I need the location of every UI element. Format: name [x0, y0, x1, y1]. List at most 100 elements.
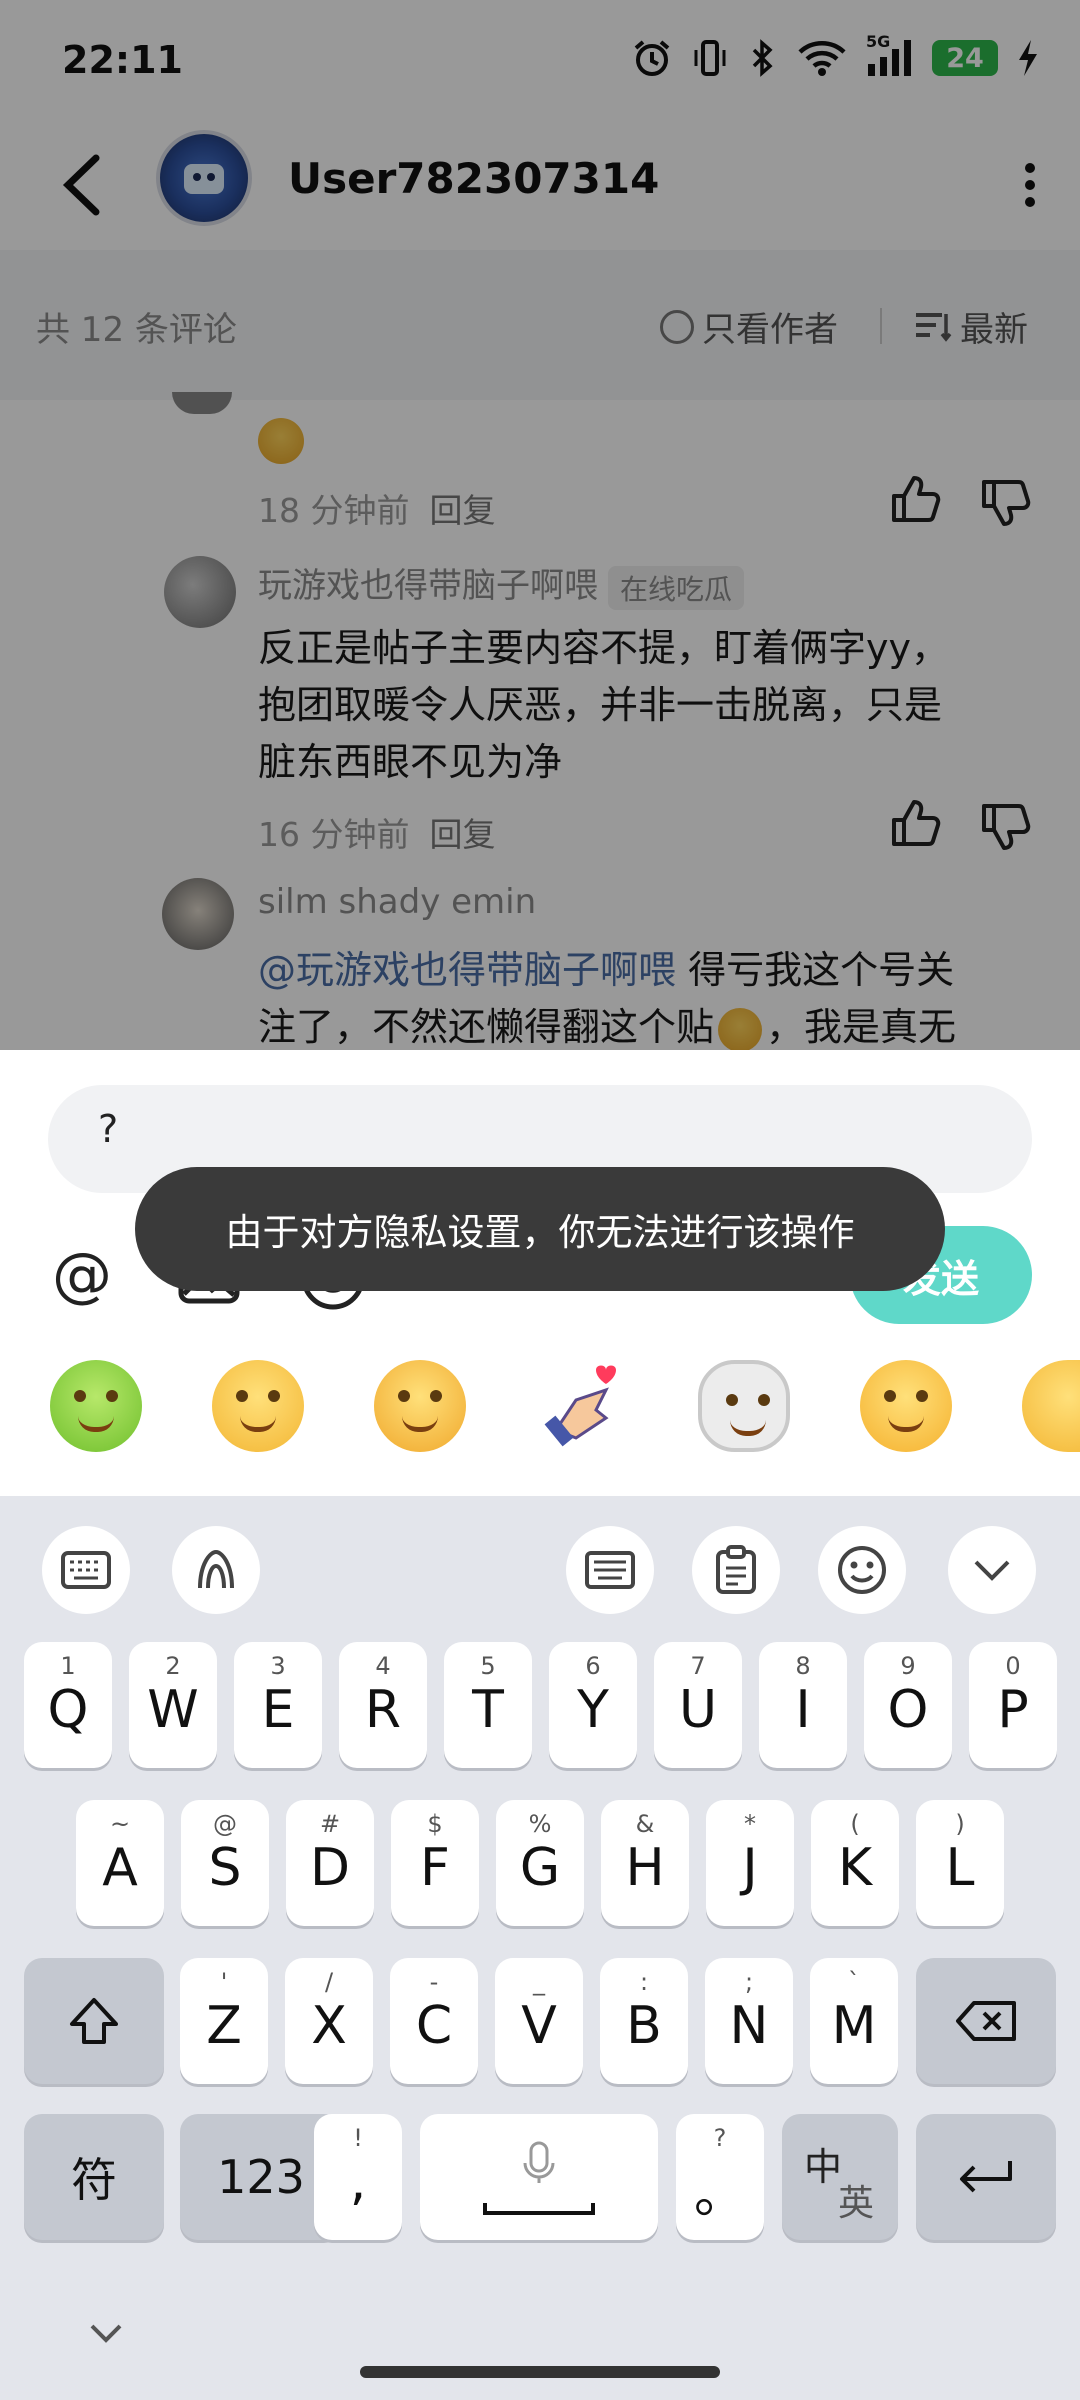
- key-label: D: [309, 1838, 351, 1898]
- key-label: R: [364, 1680, 402, 1740]
- key-label: I: [795, 1680, 811, 1740]
- key-hint: @: [213, 1810, 237, 1838]
- key-label: V: [521, 1996, 557, 2056]
- smirk-face-icon[interactable]: [212, 1360, 304, 1452]
- key-label: E: [261, 1680, 295, 1740]
- symbols-key[interactable]: 符: [24, 2114, 164, 2240]
- dim-overlay[interactable]: [0, 0, 1080, 1050]
- finger-heart-icon[interactable]: [536, 1360, 628, 1452]
- period-key[interactable]: ?。: [676, 2114, 764, 2240]
- backspace-key[interactable]: [916, 1958, 1056, 2084]
- key-hint: ~: [109, 1810, 131, 1838]
- key-hint: ': [220, 1968, 228, 1996]
- key-label: M: [831, 1996, 877, 2056]
- key-label: L: [945, 1838, 975, 1898]
- key-hint: $: [427, 1810, 443, 1838]
- key-hint: 8: [795, 1652, 811, 1680]
- key-label: N: [729, 1996, 769, 2056]
- key-hint: 1: [60, 1652, 76, 1680]
- home-indicator[interactable]: [360, 2366, 720, 2378]
- key-label: Q: [47, 1680, 89, 1740]
- key-q[interactable]: 1Q: [24, 1642, 112, 1768]
- key-z[interactable]: ' Z: [180, 1958, 268, 2084]
- key-b[interactable]: :B: [600, 1958, 688, 2084]
- key-f[interactable]: $ F: [391, 1800, 479, 1926]
- key-a[interactable]: ~ A: [76, 1800, 164, 1926]
- mention-button[interactable]: @: [52, 1240, 112, 1310]
- key-label: W: [147, 1680, 199, 1740]
- key-hint: #: [319, 1810, 341, 1838]
- key-label: U: [678, 1680, 718, 1740]
- privacy-toast: 由于对方隐私设置，你无法进行该操作: [135, 1167, 945, 1291]
- enter-key[interactable]: [916, 2114, 1056, 2240]
- key-label: G: [519, 1838, 561, 1898]
- key-d[interactable]: # D: [286, 1800, 374, 1926]
- smiley-icon[interactable]: [818, 1526, 906, 1614]
- key-g[interactable]: % G: [496, 1800, 584, 1926]
- key-hint: :: [639, 1968, 649, 1996]
- key-hint: 0: [1005, 1652, 1021, 1680]
- key-hint: 3: [270, 1652, 286, 1680]
- key-e[interactable]: 3E: [234, 1642, 322, 1768]
- key-hint: -: [429, 1968, 439, 1996]
- wink-face-icon[interactable]: [1022, 1360, 1080, 1452]
- key-label: Y: [577, 1680, 609, 1740]
- key-hint: (: [850, 1810, 860, 1838]
- key-label: J: [742, 1838, 758, 1898]
- space-key[interactable]: [420, 2114, 658, 2240]
- comma-key[interactable]: !,: [314, 2114, 402, 2240]
- key-label: K: [837, 1838, 873, 1898]
- language-switch-key[interactable]: 中 英: [782, 2114, 898, 2240]
- key-hint: 2: [165, 1652, 181, 1680]
- key-label: H: [625, 1838, 665, 1898]
- key-u[interactable]: 7U: [654, 1642, 742, 1768]
- handwriting-icon[interactable]: [172, 1526, 260, 1614]
- key-hint: 6: [585, 1652, 601, 1680]
- cat-face-icon[interactable]: [698, 1360, 790, 1452]
- watermelon-face-icon[interactable]: [374, 1360, 466, 1452]
- collapse-keyboard-chevron-icon[interactable]: [948, 1526, 1036, 1614]
- key-hint: 5: [480, 1652, 496, 1680]
- key-x[interactable]: / X: [285, 1958, 373, 2084]
- key-w[interactable]: 2W: [129, 1642, 217, 1768]
- key-s[interactable]: @ S: [181, 1800, 269, 1926]
- key-v[interactable]: _ V: [495, 1958, 583, 2084]
- key-n[interactable]: ; N: [705, 1958, 793, 2084]
- comment-page: 22:11 5G 24 User782307314 共 12 条评论 只看作者: [0, 0, 1080, 1050]
- key-label: P: [997, 1680, 1029, 1740]
- key-h[interactable]: & H: [601, 1800, 689, 1926]
- key-c[interactable]: -C: [390, 1958, 478, 2084]
- key-r[interactable]: 4R: [339, 1642, 427, 1768]
- key-label: S: [208, 1838, 242, 1898]
- key-i[interactable]: 8I: [759, 1642, 847, 1768]
- key-o[interactable]: 9O: [864, 1642, 952, 1768]
- key-label: F: [420, 1838, 450, 1898]
- key-hint: /: [324, 1968, 334, 1996]
- key-j[interactable]: * J: [706, 1800, 794, 1926]
- key-m[interactable]: ` M: [810, 1958, 898, 2084]
- key-l[interactable]: ) L: [916, 1800, 1004, 1926]
- keyboard-layout-icon[interactable]: [566, 1526, 654, 1614]
- key-hint: 4: [375, 1652, 391, 1680]
- key-label: C: [415, 1996, 453, 2056]
- key-hint: 9: [900, 1652, 916, 1680]
- key-k[interactable]: (K: [811, 1800, 899, 1926]
- emoji-suggestion-row: [0, 1360, 1080, 1480]
- key-hint: ;: [744, 1968, 754, 1996]
- key-hint: _: [533, 1968, 545, 1996]
- key-y[interactable]: 6Y: [549, 1642, 637, 1768]
- keyboard-settings-icon[interactable]: [42, 1526, 130, 1614]
- key-p[interactable]: 0P: [969, 1642, 1057, 1768]
- key-label: B: [626, 1996, 662, 2056]
- shift-key[interactable]: [24, 1958, 164, 2084]
- lang-zh: 中: [804, 2145, 843, 2189]
- clipboard-icon[interactable]: [692, 1526, 780, 1614]
- heart-wink-face-icon[interactable]: [860, 1360, 952, 1452]
- nav-collapse-chevron-icon[interactable]: [86, 2318, 126, 2348]
- key-label: O: [887, 1680, 929, 1740]
- key-label: X: [311, 1996, 347, 2056]
- key-t[interactable]: 5T: [444, 1642, 532, 1768]
- key-hint: `: [848, 1968, 860, 1996]
- nauseated-face-icon[interactable]: [50, 1360, 142, 1452]
- soft-keyboard: 1Q2W3E4R5T6Y7U8I9O0P ~ A @ S # D $ F% G & H * J(K) L …: [0, 1496, 1080, 2400]
